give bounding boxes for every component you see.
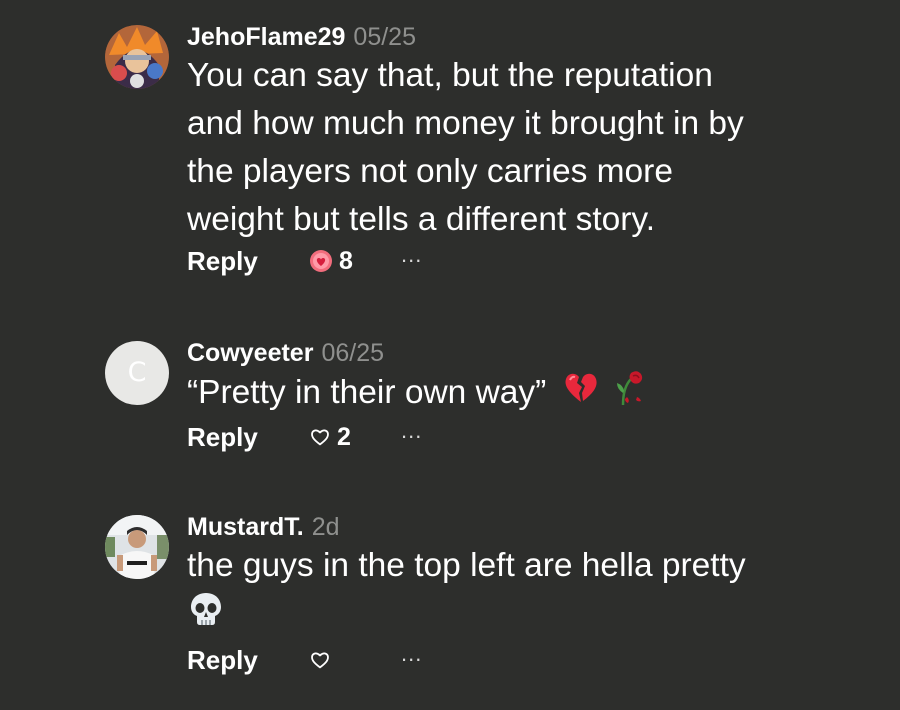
like-count: 2 <box>337 423 351 451</box>
comment-text: You can say that, but the reputation and… <box>187 52 887 244</box>
reply-button[interactable]: Reply <box>187 643 258 677</box>
comment-text-content: “Pretty in their own way” <box>187 373 547 411</box>
person-photo-avatar-icon <box>105 515 169 579</box>
heart-outline-icon <box>311 429 329 446</box>
username[interactable]: MustardT. <box>187 513 304 541</box>
comment-text: the guys in the top left are hella prett… <box>187 542 887 642</box>
comment-text-line: the players not only carries more <box>187 153 673 190</box>
heart-face-emoji-icon <box>310 250 332 272</box>
more-options-button[interactable]: ... <box>401 637 422 671</box>
username[interactable]: JehoFlame29 <box>187 23 345 51</box>
user-avatar[interactable] <box>105 515 169 579</box>
reaction-count: 8 <box>339 247 353 275</box>
like-button[interactable] <box>309 643 331 677</box>
like-button[interactable]: 2 <box>309 420 351 454</box>
reply-button[interactable]: Reply <box>187 244 258 278</box>
anime-character-avatar-icon <box>105 25 169 89</box>
more-options-button[interactable]: ... <box>401 238 422 272</box>
comment-text-line: and how much money it brought in by <box>187 105 744 142</box>
more-options-button[interactable]: ... <box>401 414 422 448</box>
comment-date: 05/25 <box>353 23 416 51</box>
reply-button[interactable]: Reply <box>187 420 258 454</box>
broken-heart-emoji-icon <box>562 368 600 420</box>
comment-date: 06/25 <box>321 339 385 367</box>
comment-text-line: weight but tells a different story. <box>187 201 656 238</box>
skull-emoji-icon <box>187 590 225 642</box>
comment-text-content: the guys in the top left are hella prett… <box>187 547 746 584</box>
comment-date: 2d <box>311 513 340 541</box>
comment-text: “Pretty in their own way” <box>187 367 887 421</box>
wilted-rose-emoji-icon <box>613 367 649 421</box>
heart-outline-icon <box>311 652 329 669</box>
user-avatar[interactable]: C <box>105 341 169 405</box>
username[interactable]: Cowyeeter <box>187 339 313 367</box>
comment-text-line: You can say that, but the reputation <box>187 57 713 94</box>
reaction-button[interactable]: 8 <box>309 244 353 278</box>
user-avatar[interactable] <box>105 25 169 89</box>
